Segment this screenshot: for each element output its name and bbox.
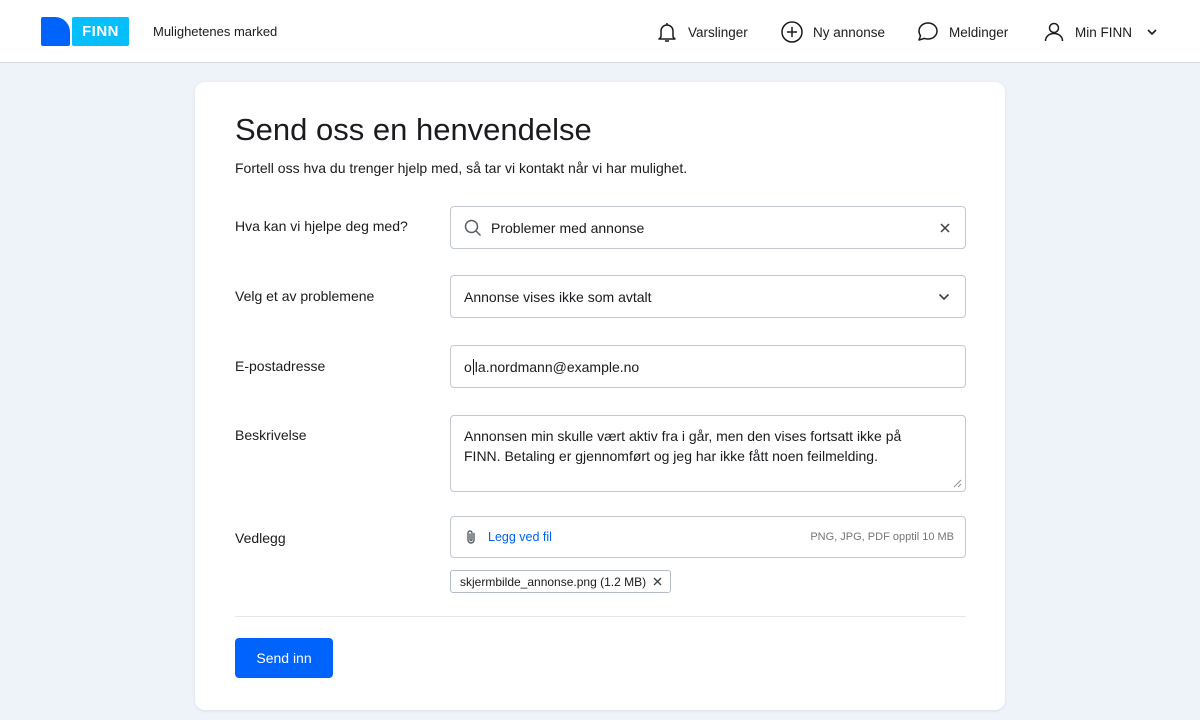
problem-select[interactable]: Annonse vises ikke som avtalt [450, 275, 966, 318]
description-textarea[interactable]: Annonsen min skulle vært aktiv fra i går… [450, 415, 966, 492]
chevron-down-icon [1147, 29, 1157, 36]
attached-file-name: skjermbilde_annonse.png (1.2 MB) [460, 574, 647, 589]
file-type-hint: PNG, JPG, PDF opptil 10 MB [810, 531, 954, 543]
top-header: FINN Mulighetenes marked Varslinger Ny a… [0, 0, 1200, 63]
user-icon [1044, 22, 1064, 42]
plus-circle-icon [781, 21, 803, 43]
attached-file-chip: skjermbilde_annonse.png (1.2 MB) [450, 570, 672, 593]
nav-alerts-label: Varslinger [688, 24, 748, 40]
nav-messages[interactable]: Meldinger [916, 18, 1008, 46]
form-divider [235, 616, 966, 617]
description-label: Beskrivelse [235, 427, 307, 443]
problem-value: Annonse vises ikke som avtalt [464, 288, 652, 305]
logo-wordmark: FINN [72, 17, 129, 46]
email-label: E-postadresse [235, 358, 326, 374]
nav-new-ad-label: Ny annonse [813, 24, 886, 40]
nav-new-ad[interactable]: Ny annonse [780, 18, 885, 46]
email-field[interactable]: o la.nordmann@example.no [450, 345, 966, 388]
chevron-down-icon [938, 293, 950, 300]
close-icon[interactable] [939, 222, 951, 234]
page-subtitle: Fortell oss hva du trenger hjelp med, så… [235, 160, 688, 176]
resize-handle-icon[interactable] [953, 479, 962, 488]
nav-account-label: Min FINN [1075, 24, 1132, 40]
nav-account[interactable]: Min FINN [1042, 18, 1159, 46]
paperclip-icon [467, 530, 475, 544]
description-value: Annonsen min skulle vært aktiv fra i går… [464, 428, 902, 464]
tagline: Mulighetenes marked [153, 24, 278, 39]
chat-bubble-icon [918, 22, 938, 41]
contact-form-card: Send oss en henvendelse Fortell oss hva … [195, 82, 1005, 710]
help-topic-search-input[interactable]: Problemer med annonse [450, 206, 966, 249]
page-title: Send oss en henvendelse [235, 112, 592, 147]
help-topic-label: Hva kan vi hjelpe deg med? [235, 218, 408, 234]
help-topic-value: Problemer med annonse [491, 219, 645, 236]
nav-messages-label: Meldinger [949, 24, 1009, 40]
submit-button[interactable]: Send inn [235, 638, 333, 678]
logo-blue-shape [41, 17, 70, 46]
email-value-before-caret: o [464, 358, 472, 375]
finn-logo[interactable]: FINN [41, 17, 129, 46]
search-icon [464, 219, 482, 236]
bell-icon [658, 23, 676, 42]
text-caret [472, 358, 474, 375]
nav-alerts[interactable]: Varslinger [655, 18, 748, 46]
file-upload-field[interactable]: Legg ved fil PNG, JPG, PDF opptil 10 MB [450, 516, 966, 558]
attach-file-link[interactable]: Legg ved fil [488, 530, 552, 544]
email-value-after-caret: la.nordmann@example.no [474, 358, 640, 375]
attachment-label: Vedlegg [235, 530, 286, 546]
problem-label: Velg et av problemene [235, 288, 375, 304]
remove-file-icon[interactable] [653, 577, 662, 586]
